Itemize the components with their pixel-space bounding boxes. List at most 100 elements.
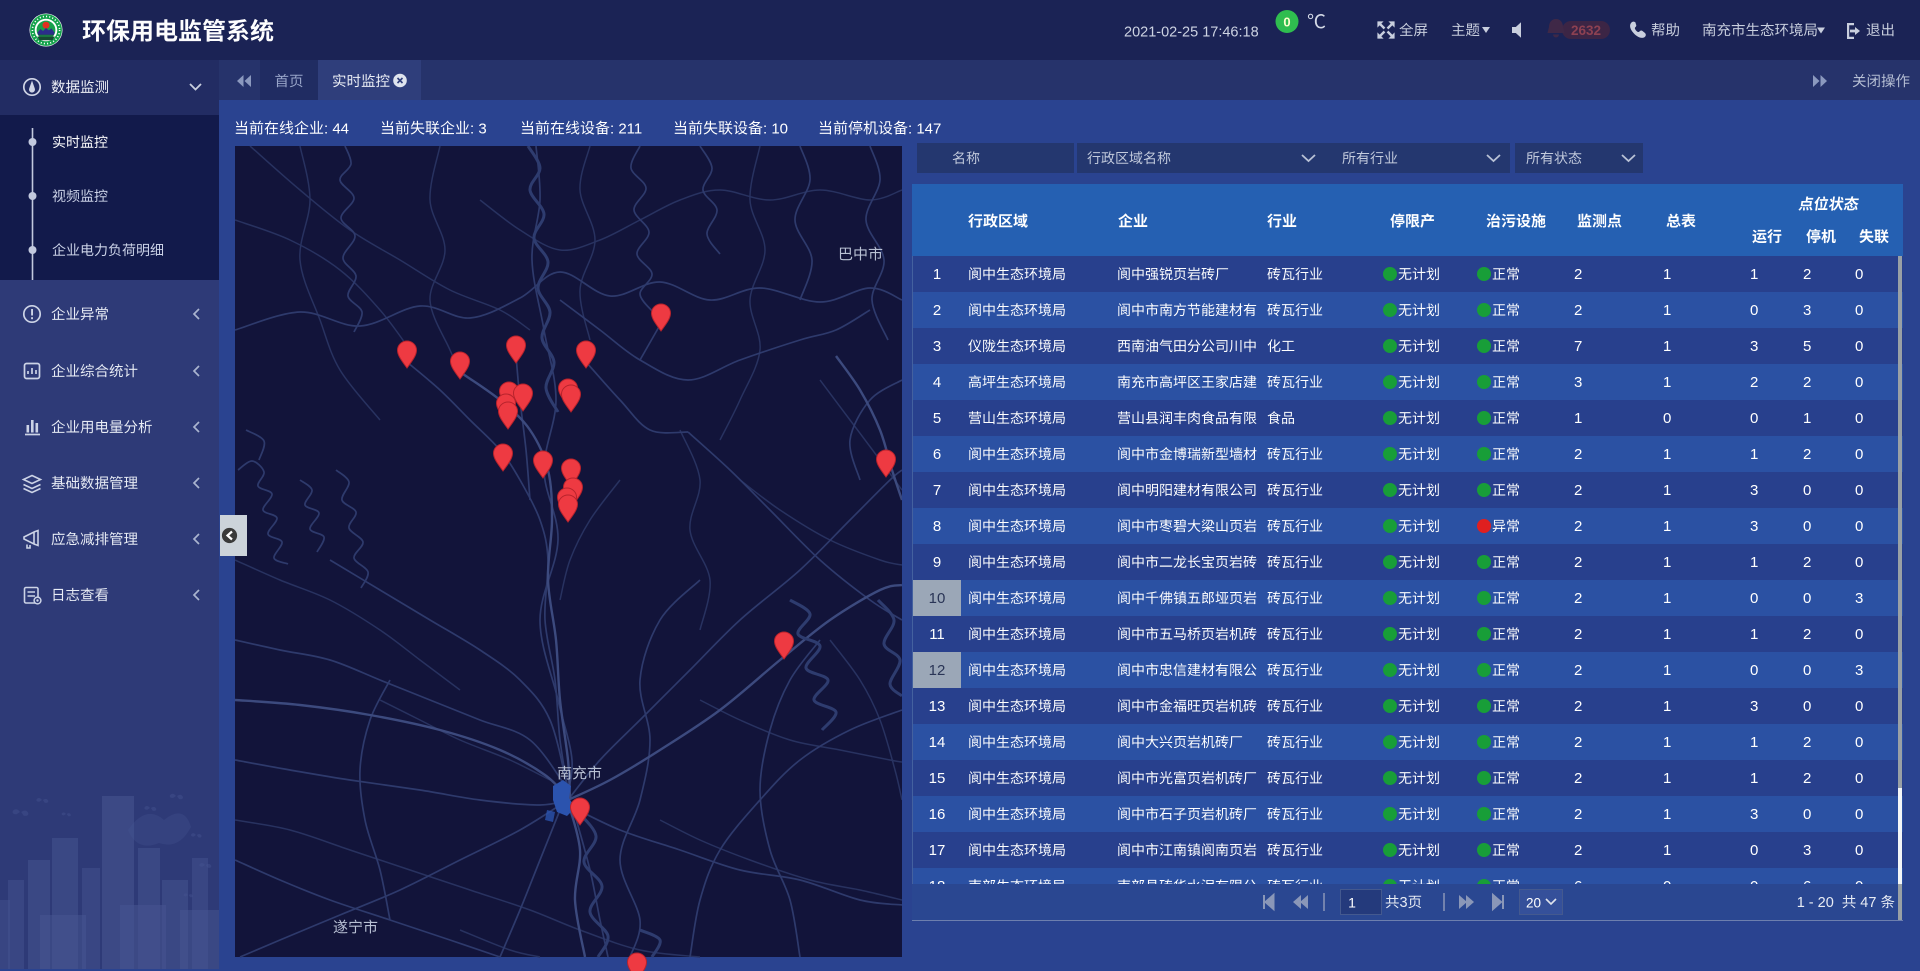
svg-text:0: 0 bbox=[1663, 878, 1671, 895]
svg-text:2: 2 bbox=[933, 302, 941, 319]
svg-text:0: 0 bbox=[1283, 15, 1290, 30]
svg-text:13: 13 bbox=[929, 698, 946, 715]
svg-text:1: 1 bbox=[1750, 770, 1758, 787]
svg-text:0: 0 bbox=[1803, 698, 1811, 715]
svg-text:7: 7 bbox=[933, 482, 941, 499]
svg-text:1: 1 bbox=[1663, 842, 1671, 859]
svg-text:1: 1 bbox=[1663, 446, 1671, 463]
svg-text:17: 17 bbox=[929, 842, 946, 859]
svg-text:0: 0 bbox=[1855, 878, 1863, 895]
svg-text:2: 2 bbox=[1574, 518, 1582, 535]
svg-text:3: 3 bbox=[933, 338, 941, 355]
svg-text:1: 1 bbox=[1574, 410, 1582, 427]
svg-text:9: 9 bbox=[933, 554, 941, 571]
svg-text:2: 2 bbox=[1803, 626, 1811, 643]
svg-text:0: 0 bbox=[1855, 842, 1863, 859]
svg-text:0: 0 bbox=[1855, 626, 1863, 643]
svg-text:2: 2 bbox=[1574, 302, 1582, 319]
svg-text:3: 3 bbox=[1803, 302, 1811, 319]
svg-text:3: 3 bbox=[1574, 374, 1582, 391]
svg-text:3: 3 bbox=[1750, 698, 1758, 715]
svg-text:6: 6 bbox=[1574, 878, 1582, 895]
svg-text:2: 2 bbox=[1574, 626, 1582, 643]
svg-text:5: 5 bbox=[1803, 338, 1811, 355]
svg-text:3: 3 bbox=[1750, 806, 1758, 823]
svg-text:0: 0 bbox=[1855, 266, 1863, 283]
svg-text:0: 0 bbox=[1855, 698, 1863, 715]
svg-text:2: 2 bbox=[1574, 806, 1582, 823]
svg-text:3: 3 bbox=[1750, 338, 1758, 355]
svg-text:2: 2 bbox=[1574, 554, 1582, 571]
svg-text:0: 0 bbox=[1855, 806, 1863, 823]
svg-text:47: 47 bbox=[1860, 895, 1876, 911]
svg-text:0: 0 bbox=[1803, 590, 1811, 607]
svg-text:0: 0 bbox=[1803, 482, 1811, 499]
svg-text:2: 2 bbox=[1574, 446, 1582, 463]
svg-text:3: 3 bbox=[1750, 518, 1758, 535]
svg-text:1: 1 bbox=[1663, 302, 1671, 319]
svg-text:2: 2 bbox=[1574, 590, 1582, 607]
svg-text:0: 0 bbox=[1855, 482, 1863, 499]
svg-text:0: 0 bbox=[1855, 518, 1863, 535]
svg-text:2: 2 bbox=[1574, 482, 1582, 499]
svg-text:6: 6 bbox=[933, 446, 941, 463]
svg-text:15: 15 bbox=[929, 770, 946, 787]
svg-text:1: 1 bbox=[1663, 518, 1671, 535]
svg-text:1: 1 bbox=[1348, 895, 1356, 911]
svg-text:1: 1 bbox=[1663, 806, 1671, 823]
svg-text:0: 0 bbox=[1803, 662, 1811, 679]
svg-text:16: 16 bbox=[929, 806, 946, 823]
svg-text:2: 2 bbox=[1574, 770, 1582, 787]
svg-text:0: 0 bbox=[1855, 446, 1863, 463]
svg-text:1: 1 bbox=[1663, 626, 1671, 643]
svg-text:11: 11 bbox=[929, 626, 945, 643]
svg-text:1: 1 bbox=[1663, 338, 1671, 355]
svg-text:0: 0 bbox=[1750, 878, 1758, 895]
svg-text:12: 12 bbox=[929, 662, 946, 679]
svg-text:2: 2 bbox=[1574, 698, 1582, 715]
svg-text:1: 1 bbox=[1663, 662, 1671, 679]
svg-text:1: 1 bbox=[1750, 446, 1758, 463]
svg-text:1: 1 bbox=[1663, 698, 1671, 715]
svg-text:1: 1 bbox=[1663, 770, 1671, 787]
svg-text:0: 0 bbox=[1855, 554, 1863, 571]
svg-text:2: 2 bbox=[1574, 662, 1582, 679]
svg-text:2: 2 bbox=[1803, 266, 1811, 283]
svg-text:1: 1 bbox=[1663, 554, 1671, 571]
svg-text:1: 1 bbox=[1663, 266, 1671, 283]
svg-text:0: 0 bbox=[1750, 842, 1758, 859]
svg-text:0: 0 bbox=[1750, 410, 1758, 427]
svg-text:: 44: : 44 bbox=[324, 120, 349, 137]
svg-text:0: 0 bbox=[1663, 410, 1671, 427]
svg-text:0: 0 bbox=[1855, 770, 1863, 787]
svg-text:2: 2 bbox=[1574, 266, 1582, 283]
svg-text:2: 2 bbox=[1574, 842, 1582, 859]
svg-text:0: 0 bbox=[1750, 662, 1758, 679]
svg-text:2: 2 bbox=[1803, 770, 1811, 787]
svg-text:2: 2 bbox=[1803, 734, 1811, 751]
svg-text:0: 0 bbox=[1855, 734, 1863, 751]
svg-text:0: 0 bbox=[1803, 518, 1811, 535]
svg-text:20: 20 bbox=[1526, 896, 1541, 911]
svg-text:0: 0 bbox=[1750, 590, 1758, 607]
svg-text:1: 1 bbox=[1663, 482, 1671, 499]
svg-text:3: 3 bbox=[1855, 590, 1863, 607]
svg-text:1: 1 bbox=[1663, 374, 1671, 391]
svg-text:2: 2 bbox=[1803, 446, 1811, 463]
svg-text:7: 7 bbox=[1574, 338, 1582, 355]
svg-text:0: 0 bbox=[1855, 302, 1863, 319]
svg-text:3: 3 bbox=[1855, 662, 1863, 679]
svg-text:1: 1 bbox=[1750, 266, 1758, 283]
svg-text:3: 3 bbox=[1750, 482, 1758, 499]
svg-text:0: 0 bbox=[1855, 410, 1863, 427]
svg-text:0: 0 bbox=[1803, 806, 1811, 823]
svg-text:8: 8 bbox=[933, 518, 941, 535]
svg-text:3: 3 bbox=[1803, 842, 1811, 859]
svg-text:4: 4 bbox=[933, 374, 941, 391]
svg-text:2: 2 bbox=[1803, 374, 1811, 391]
svg-text:1: 1 bbox=[1803, 410, 1811, 427]
svg-text:14: 14 bbox=[929, 734, 946, 751]
svg-text:2: 2 bbox=[1803, 554, 1811, 571]
svg-text:5: 5 bbox=[933, 410, 941, 427]
svg-text:: 147: : 147 bbox=[908, 120, 941, 137]
